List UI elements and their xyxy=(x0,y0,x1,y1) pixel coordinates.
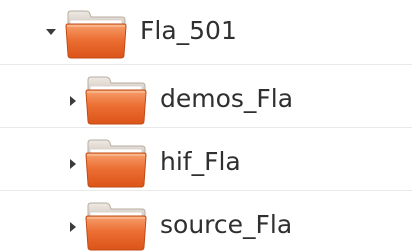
folder-icon xyxy=(84,200,148,252)
expander-collapsed-icon[interactable] xyxy=(66,220,80,234)
tree-item-label: hif_Fla xyxy=(160,147,241,176)
row-divider xyxy=(0,190,412,191)
expander-collapsed-icon[interactable] xyxy=(66,157,80,171)
tree-item-fla-501[interactable]: Fla_501 xyxy=(0,0,412,62)
expander-expanded-icon[interactable] xyxy=(44,25,58,39)
tree-item-label: Fla_501 xyxy=(140,16,237,45)
row-divider xyxy=(0,127,412,128)
tree-item-source-fla[interactable]: source_Fla xyxy=(0,192,412,252)
tree-item-label: demos_Fla xyxy=(160,84,294,113)
folder-icon xyxy=(84,137,148,189)
tree-item-demos-fla[interactable]: demos_Fla xyxy=(0,66,412,128)
tree-item-hif-fla[interactable]: hif_Fla xyxy=(0,129,412,191)
folder-icon xyxy=(84,74,148,126)
tree-item-label: source_Fla xyxy=(160,210,293,239)
file-tree: Fla_501 demos_Fla hif_Fla source_Fla xyxy=(0,0,412,252)
row-divider xyxy=(0,64,412,65)
folder-icon xyxy=(64,8,128,60)
expander-collapsed-icon[interactable] xyxy=(66,94,80,108)
